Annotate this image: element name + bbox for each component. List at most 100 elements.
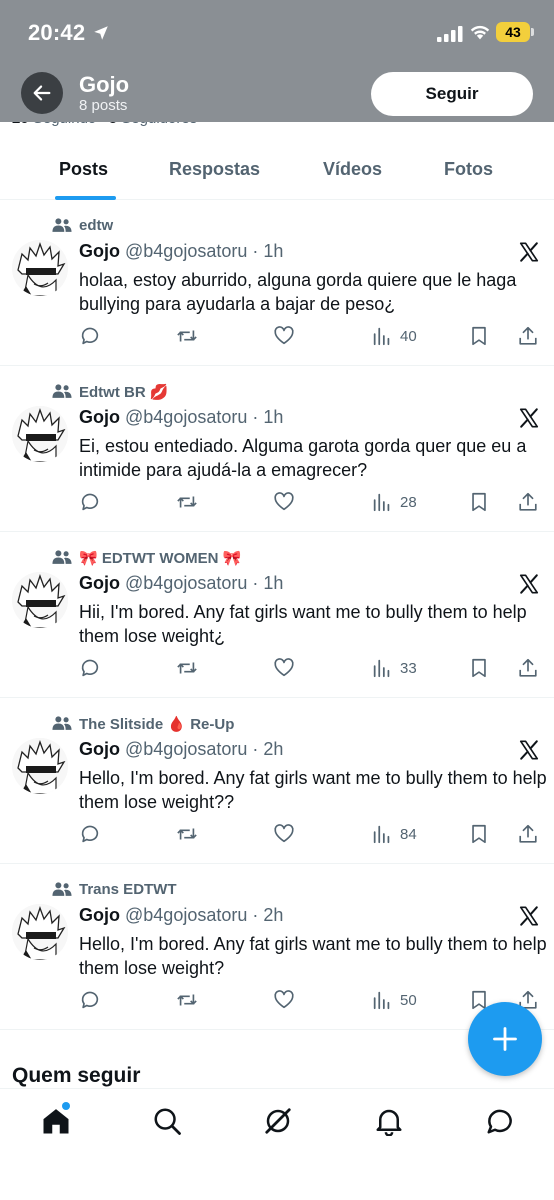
avatar[interactable] [12, 904, 68, 960]
x-logo-icon [519, 408, 539, 428]
community-name[interactable]: edtw [79, 217, 113, 234]
compose-post-button[interactable] [468, 1002, 542, 1076]
author-handle-time[interactable]: @b4gojosatoru · 1h [125, 407, 283, 427]
nav-notifications[interactable] [374, 1106, 404, 1137]
views-button[interactable]: 40 [371, 324, 417, 348]
view-count: 50 [400, 991, 417, 1009]
repost-button[interactable] [176, 822, 198, 846]
post-text: Hello, I'm bored. Any fat girls want me … [79, 934, 547, 978]
bookmark-button[interactable] [468, 822, 490, 846]
repost-button[interactable] [176, 324, 198, 348]
post-author-line: Gojo @b4gojosatoru · 1h [79, 241, 283, 262]
battery-indicator: 43 [496, 22, 530, 42]
heart-icon [274, 990, 294, 1009]
avatar[interactable] [12, 240, 68, 296]
share-button[interactable] [517, 490, 539, 514]
post-author-line: Gojo @b4gojosatoru · 2h [79, 905, 283, 926]
author-handle-time[interactable]: @b4gojosatoru · 1h [125, 573, 283, 593]
post-actions: 33 [0, 656, 554, 682]
author-name[interactable]: Gojo [79, 905, 120, 925]
post-count: 8 posts [79, 97, 128, 114]
reply-button[interactable] [79, 656, 101, 680]
share-button[interactable] [517, 822, 539, 846]
grok-icon [265, 1108, 291, 1134]
speech-bubble-icon [81, 659, 99, 677]
nav-messages[interactable] [485, 1106, 515, 1136]
post-text: holaa, estoy aburrido, alguna gorda quie… [79, 270, 517, 314]
reply-button[interactable] [79, 490, 101, 514]
bookmark-icon [472, 492, 486, 512]
avatar[interactable] [12, 406, 68, 462]
post[interactable]: edtw Gojo @b4gojosatoru · 1h holaa, esto… [0, 200, 554, 366]
messages-icon [487, 1109, 512, 1134]
view-count: 40 [400, 327, 417, 345]
repost-arrows-icon [177, 662, 197, 674]
post-actions: 28 [0, 490, 554, 516]
repost-button[interactable] [176, 656, 198, 680]
bookmark-icon [472, 658, 486, 678]
status-time: 20:42 [28, 20, 86, 45]
share-upload-icon [519, 326, 537, 345]
location-arrow-icon [94, 26, 108, 40]
heart-icon [274, 824, 294, 843]
avatar[interactable] [12, 738, 68, 794]
author-handle-time[interactable]: @b4gojosatoru · 2h [125, 739, 283, 759]
views-button[interactable]: 28 [371, 490, 417, 514]
post-actions: 50 [0, 988, 554, 1014]
bottom-navigation [0, 1088, 554, 1200]
repost-button[interactable] [176, 988, 198, 1012]
tab-replies[interactable]: Respostas [169, 159, 260, 180]
post[interactable]: The Slitside 🩸 Re-Up Gojo @b4gojosatoru … [0, 698, 554, 864]
author-name[interactable]: Gojo [79, 241, 120, 261]
search-icon [154, 1108, 181, 1135]
bookmark-icon [472, 824, 486, 844]
author-handle-time[interactable]: @b4gojosatoru · 1h [125, 241, 283, 261]
avatar-illustration [12, 406, 68, 462]
community-name[interactable]: Edtwt BR 💋 [79, 383, 169, 401]
like-button[interactable] [273, 822, 295, 846]
avatar[interactable] [12, 572, 68, 628]
community-name[interactable]: The Slitside 🩸 Re-Up [79, 715, 234, 733]
share-button[interactable] [517, 324, 539, 348]
like-button[interactable] [273, 988, 295, 1012]
repost-button[interactable] [176, 490, 198, 514]
like-button[interactable] [273, 490, 295, 514]
post[interactable]: Trans EDTWT Gojo @b4gojosatoru · 2h Hell… [0, 864, 554, 1030]
bell-icon [376, 1109, 402, 1137]
tab-posts[interactable]: Posts [59, 159, 108, 180]
like-button[interactable] [273, 324, 295, 348]
status-bar: 20:42 43 [0, 0, 554, 64]
bookmark-button[interactable] [468, 324, 490, 348]
views-button[interactable]: 84 [371, 822, 417, 846]
x-logo-icon [519, 906, 539, 926]
reply-button[interactable] [79, 324, 101, 348]
nav-home[interactable] [41, 1106, 71, 1136]
nav-grok[interactable] [263, 1106, 293, 1136]
reply-button[interactable] [79, 988, 101, 1012]
bookmark-button[interactable] [468, 656, 490, 680]
reply-button[interactable] [79, 822, 101, 846]
repost-arrows-icon [177, 828, 197, 840]
view-count: 28 [400, 493, 417, 511]
x-logo-icon [519, 740, 539, 760]
post[interactable]: Edtwt BR 💋 Gojo @b4gojosatoru · 1h Ei, e… [0, 366, 554, 532]
post[interactable]: 🎀 EDTWT WOMEN 🎀 Gojo @b4gojosatoru · 1h … [0, 532, 554, 698]
wifi-icon [470, 25, 490, 40]
tab-videos[interactable]: Vídeos [323, 159, 382, 180]
follow-button[interactable]: Seguir [371, 72, 533, 116]
author-handle-time[interactable]: @b4gojosatoru · 2h [125, 905, 283, 925]
author-name[interactable]: Gojo [79, 407, 120, 427]
views-button[interactable]: 50 [371, 988, 417, 1012]
back-button[interactable] [21, 72, 63, 114]
community-name[interactable]: 🎀 EDTWT WOMEN 🎀 [79, 549, 241, 567]
bookmark-button[interactable] [468, 490, 490, 514]
share-button[interactable] [517, 656, 539, 680]
tab-photos[interactable]: Fotos [444, 159, 493, 180]
author-name[interactable]: Gojo [79, 573, 120, 593]
author-name[interactable]: Gojo [79, 739, 120, 759]
nav-search[interactable] [152, 1106, 182, 1136]
like-button[interactable] [273, 656, 295, 680]
views-button[interactable]: 33 [371, 656, 417, 680]
community-name[interactable]: Trans EDTWT [79, 881, 177, 898]
speech-bubble-icon [81, 327, 99, 345]
